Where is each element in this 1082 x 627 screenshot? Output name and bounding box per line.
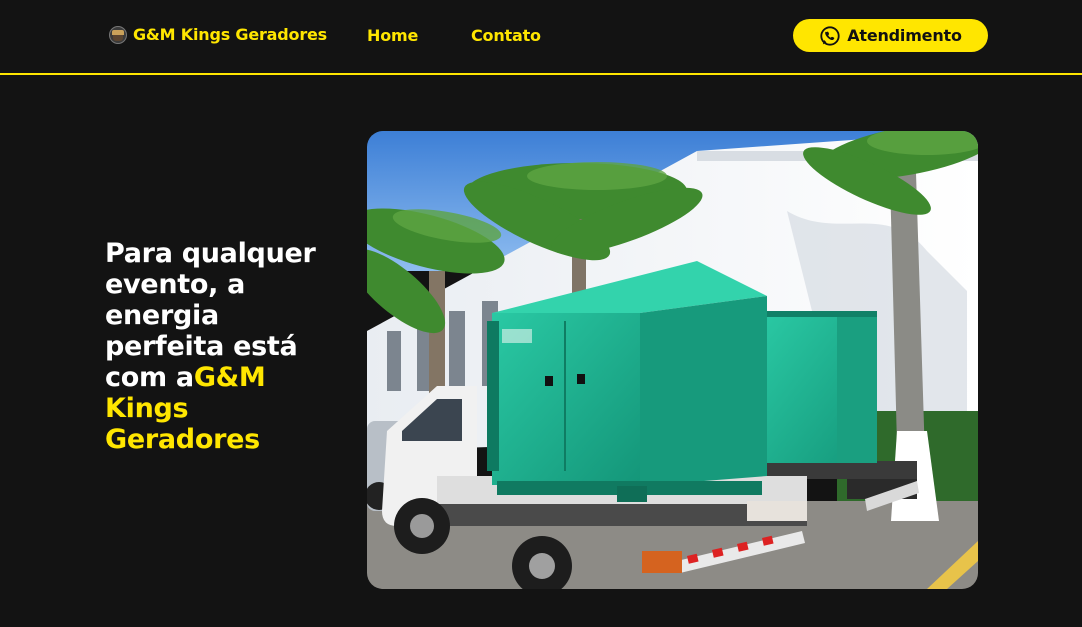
brand-name: G&M Kings Geradores [133,25,327,44]
atendimento-button[interactable]: Atendimento [793,19,988,52]
nav-contact-link[interactable]: Contato [471,26,541,45]
site-header: G&M Kings Geradores Home Contato Atendim… [0,0,1082,75]
hero-image [367,131,978,589]
atendimento-label: Atendimento [847,26,962,45]
brand-logo [109,25,127,44]
hero-title: Para qualquer evento, a energia perfeita… [105,238,335,455]
generator-trucks-photo [367,131,978,589]
brand-link[interactable]: G&M Kings Geradores [109,25,327,44]
nav-home-link[interactable]: Home [367,26,418,45]
whatsapp-icon [820,25,840,46]
